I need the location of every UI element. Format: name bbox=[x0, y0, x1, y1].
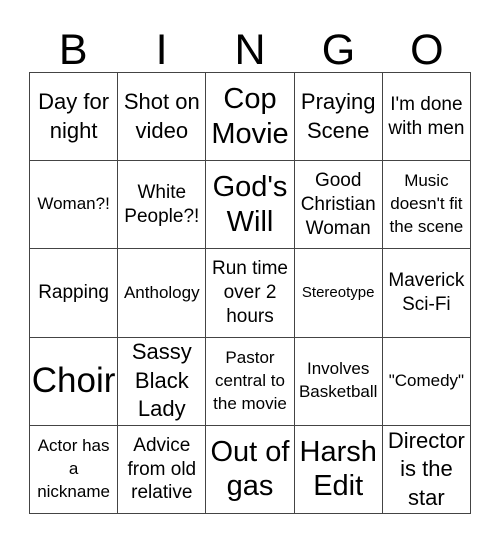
bingo-cell-text: Involves Basketball bbox=[298, 359, 378, 402]
bingo-cell-text: Sassy Black Lady bbox=[131, 339, 192, 422]
header-letter-g: G bbox=[321, 26, 356, 74]
bingo-cell-text: Advice from old relative bbox=[127, 434, 197, 504]
bingo-cell-text: I'm done with men bbox=[388, 93, 465, 139]
bingo-cell-text: Pastor central to the movie bbox=[213, 347, 287, 413]
bingo-cell[interactable]: Actor has a nickname bbox=[30, 425, 119, 514]
bingo-cell-text: Maverick Sci-Fi bbox=[388, 270, 465, 315]
bingo-cell[interactable]: Music doesn't fit the scene bbox=[382, 161, 471, 250]
bingo-cell[interactable]: Cop Movie bbox=[206, 73, 295, 162]
bingo-cell[interactable]: Harsh Edit bbox=[294, 425, 383, 514]
bingo-cell[interactable]: Rapping bbox=[30, 249, 119, 338]
bingo-cell[interactable]: God's Will bbox=[206, 161, 295, 250]
bingo-cell-text: Anthology bbox=[123, 282, 200, 302]
bingo-card-grid: Day for night Shot on video Cop Movie Prayi… bbox=[29, 72, 471, 514]
bingo-cell[interactable]: Out of gas bbox=[206, 425, 295, 514]
bingo-cell[interactable]: Director is the star bbox=[382, 425, 471, 514]
bingo-cell[interactable]: Shot on video bbox=[118, 73, 207, 162]
bingo-cell[interactable]: Anthology bbox=[118, 249, 207, 338]
bingo-cell[interactable]: Day for night bbox=[30, 73, 119, 162]
header-letter-b: B bbox=[58, 26, 88, 74]
bingo-cell-text: White People?! bbox=[124, 182, 200, 227]
bingo-cell[interactable]: Pastor central to the movie bbox=[206, 337, 295, 426]
bingo-cell[interactable]: Sassy Black Lady bbox=[118, 337, 207, 426]
bingo-cell[interactable]: Involves Basketball bbox=[294, 337, 383, 426]
header-letter-i: I bbox=[155, 26, 168, 74]
bingo-cell-text: Woman?! bbox=[37, 194, 110, 214]
bingo-cell-text: Actor has a nickname bbox=[37, 435, 110, 501]
bingo-cell[interactable]: White People?! bbox=[118, 161, 207, 250]
bingo-cell[interactable]: Maverick Sci-Fi bbox=[382, 249, 471, 338]
bingo-cell-text: Out of gas bbox=[210, 435, 290, 503]
bingo-cell-text: Rapping bbox=[38, 282, 109, 304]
bingo-cell-text: Cop Movie bbox=[211, 82, 289, 150]
header-letter-n: N bbox=[234, 26, 266, 74]
bingo-cell-text: Shot on video bbox=[123, 89, 200, 143]
bingo-cell[interactable]: Praying Scene bbox=[294, 73, 383, 162]
bingo-cell-text: God's Will bbox=[212, 170, 288, 238]
bingo-cell-text: Director is the star bbox=[387, 427, 465, 510]
bingo-cell[interactable]: "Comedy" bbox=[382, 337, 471, 426]
bingo-cell-text: Good Christian Woman bbox=[300, 170, 376, 239]
bingo-cell-text: Music doesn't fit the scene bbox=[389, 171, 464, 237]
bingo-header: B I N G O bbox=[29, 28, 471, 72]
bingo-cell-text: "Comedy" bbox=[388, 370, 465, 390]
bingo-cell-text: Harsh Edit bbox=[299, 435, 377, 503]
bingo-cell[interactable]: Run time over 2 hours bbox=[206, 249, 295, 338]
bingo-cell-text: Stereotype bbox=[301, 284, 375, 302]
bingo-cell-text: Choir bbox=[31, 360, 116, 400]
bingo-cell[interactable]: I'm done with men bbox=[382, 73, 471, 162]
bingo-cell[interactable]: Stereotype bbox=[294, 249, 383, 338]
bingo-cell[interactable]: Good Christian Woman bbox=[294, 161, 383, 250]
bingo-cell-text: Praying Scene bbox=[300, 89, 376, 143]
bingo-cell-text: Run time over 2 hours bbox=[211, 258, 288, 327]
header-letter-o: O bbox=[410, 26, 444, 74]
bingo-cell-text: Day for night bbox=[38, 89, 110, 143]
bingo-cell[interactable]: Advice from old relative bbox=[118, 425, 207, 514]
bingo-cell[interactable]: Choir bbox=[30, 337, 119, 426]
bingo-cell[interactable]: Woman?! bbox=[30, 161, 119, 250]
